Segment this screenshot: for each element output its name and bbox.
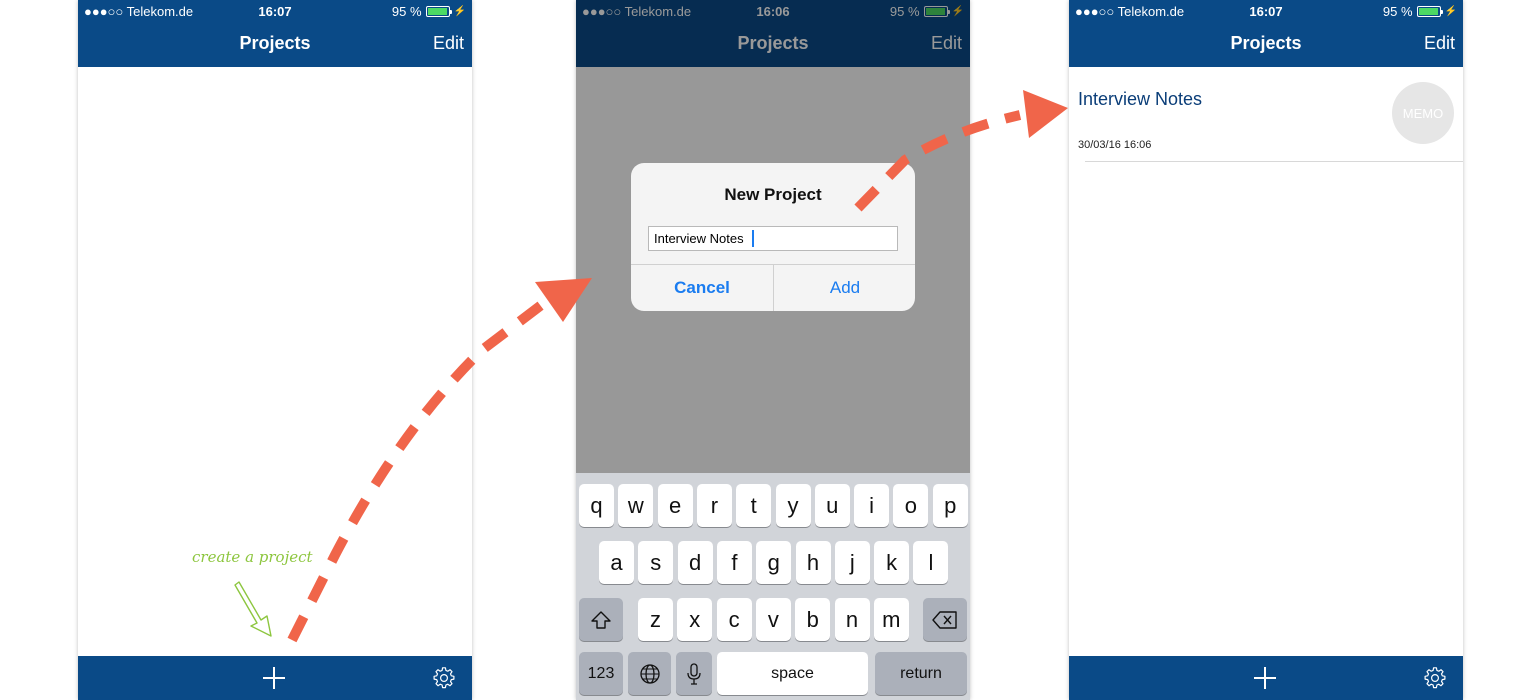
phone-screen-new-project-dialog: ●●●○○ Telekom.de 16:06 95 % ⚡ Projects E… [576,0,970,700]
project-name-input[interactable] [648,226,898,251]
backspace-key[interactable] [923,598,967,641]
key-l[interactable]: l [913,541,949,584]
key-f[interactable]: f [716,541,752,584]
bottom-toolbar [1069,656,1463,700]
key-m[interactable]: m [873,598,909,641]
dictation-key[interactable] [676,652,712,695]
key-r[interactable]: r [696,484,732,527]
key-d[interactable]: d [677,541,713,584]
cancel-button[interactable]: Cancel [631,265,773,311]
phone-screen-project-list: ●●●○○ Telekom.de 16:07 95 % ⚡ Projects E… [1069,0,1463,700]
page-title: Projects [239,33,311,53]
key-z[interactable]: z [638,598,673,641]
key-v[interactable]: v [755,598,791,641]
project-title: Interview Notes [1078,89,1203,109]
key-e[interactable]: e [657,484,693,527]
status-bar: ●●●○○ Telekom.de 16:07 95 % ⚡ [1069,0,1463,22]
key-c[interactable]: c [716,598,752,641]
backspace-icon [932,610,957,629]
project-date: 30/03/16 16:06 [1078,139,1152,151]
battery-percent: 95 % [391,4,422,19]
add-project-button[interactable] [263,667,285,689]
shift-icon [591,610,611,629]
key-i[interactable]: i [854,484,890,527]
key-p[interactable]: p [932,484,968,527]
list-divider [1085,161,1463,162]
key-q[interactable]: q [579,484,614,527]
create-project-hint: create a project [192,548,313,566]
key-g[interactable]: g [756,541,792,584]
battery-indicator: 95 % ⚡ [392,4,466,19]
key-b[interactable]: b [795,598,831,641]
status-bar: ●●●○○ Telekom.de 16:07 95 % ⚡ [78,0,472,22]
battery-icon [1416,6,1443,17]
navigation-bar: ●●●○○ Telekom.de 16:07 95 % ⚡ Projects E… [78,0,472,67]
text-cursor [752,230,754,247]
shift-key[interactable] [579,598,623,641]
globe-key[interactable] [628,652,671,695]
key-a[interactable]: a [599,541,634,584]
edit-button[interactable]: Edit [433,33,464,54]
space-key[interactable]: space [717,652,868,695]
globe-icon [639,663,660,684]
battery-percent: 95 % [1382,4,1413,19]
add-button[interactable]: Add [774,265,915,311]
key-t[interactable]: t [736,484,772,527]
dialog-title: New Project [724,185,822,204]
flow-arrow-2-head [1023,90,1068,138]
add-project-button[interactable] [1254,667,1276,689]
return-key[interactable]: return [875,652,967,695]
numbers-key[interactable]: 123 [579,652,623,695]
navigation-bar: ●●●○○ Telekom.de 16:07 95 % ⚡ Projects E… [1069,0,1463,67]
settings-gear-icon[interactable] [432,666,456,690]
key-h[interactable]: h [795,541,831,584]
settings-gear-icon[interactable] [1423,666,1447,690]
edit-button[interactable]: Edit [1424,33,1455,54]
phone-screen-empty-projects: ●●●○○ Telekom.de 16:07 95 % ⚡ Projects E… [78,0,472,700]
dim-overlay-top [576,0,970,67]
onscreen-keyboard: 123 space return qwertyuiop asdfghjkl zxcv… [576,473,970,700]
key-n[interactable]: n [834,598,870,641]
project-list-item[interactable]: Interview Notes 30/03/16 16:06 MEMO [1069,67,1463,162]
key-k[interactable]: k [874,541,910,584]
microphone-icon [687,662,701,685]
key-s[interactable]: s [638,541,674,584]
battery-icon [425,6,452,17]
key-w[interactable]: w [618,484,654,527]
key-x[interactable]: x [677,598,713,641]
bottom-toolbar [78,656,472,700]
memo-badge: MEMO [1392,82,1454,144]
battery-indicator: 95 % ⚡ [1383,4,1457,19]
key-o[interactable]: o [893,484,929,527]
new-project-dialog: New Project Cancel Add [631,163,915,311]
hint-arrow-icon [234,581,272,637]
page-title: Projects [1230,33,1302,53]
key-u[interactable]: u [814,484,850,527]
key-j[interactable]: j [834,541,870,584]
key-y[interactable]: y [775,484,811,527]
charging-icon: ⚡ [453,6,466,17]
charging-icon: ⚡ [1444,6,1457,17]
